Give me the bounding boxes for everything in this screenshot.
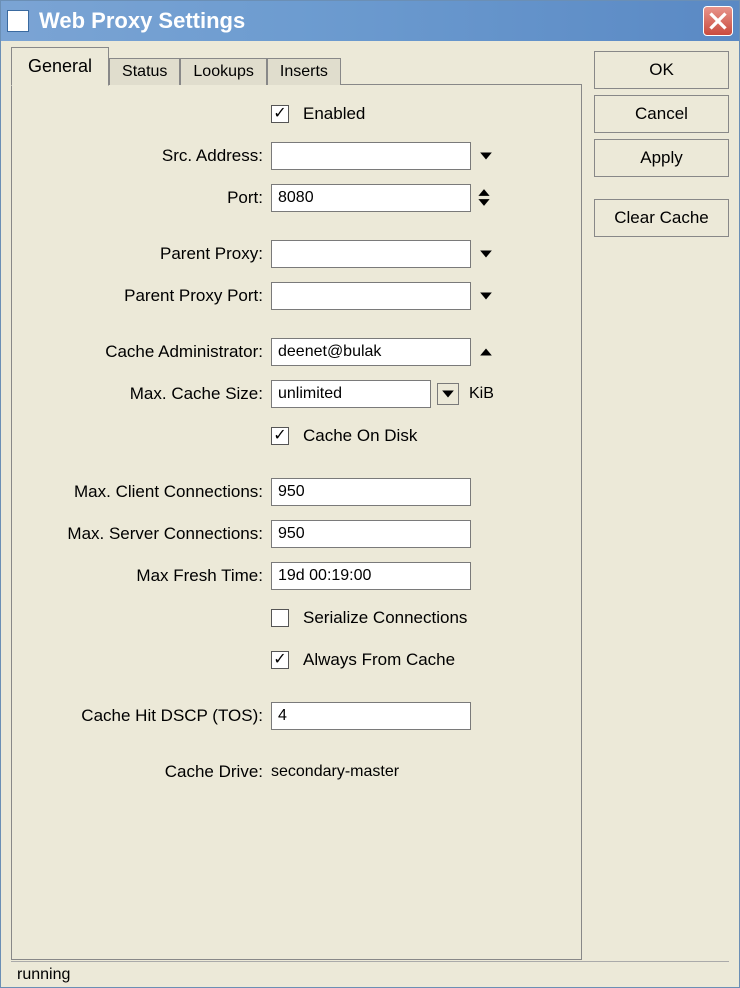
cache-on-disk-label: Cache On Disk [295, 426, 417, 446]
parent-proxy-label: Parent Proxy: [26, 244, 271, 264]
status-bar: running [11, 961, 729, 987]
close-icon [709, 12, 727, 30]
max-client-conn-input[interactable] [271, 478, 471, 506]
cancel-button[interactable]: Cancel [594, 95, 729, 133]
max-server-conn-input[interactable] [271, 520, 471, 548]
tab-inserts[interactable]: Inserts [267, 58, 341, 85]
titlebar: Web Proxy Settings [1, 1, 739, 41]
enabled-checkbox[interactable] [271, 105, 289, 123]
tab-strip: General Status Lookups Inserts [11, 51, 582, 85]
chevron-up-icon [477, 188, 491, 197]
window: Web Proxy Settings General Status Lookup… [0, 0, 740, 988]
clear-cache-button[interactable]: Clear Cache [594, 199, 729, 237]
button-column: OK Cancel Apply Clear Cache [594, 51, 729, 961]
max-fresh-time-label: Max Fresh Time: [26, 566, 271, 586]
tab-lookups[interactable]: Lookups [180, 58, 267, 85]
always-from-cache-label: Always From Cache [295, 650, 455, 670]
parent-proxy-port-dropdown[interactable] [477, 282, 495, 310]
status-text: running [17, 966, 70, 984]
src-address-dropdown[interactable] [477, 142, 495, 170]
max-fresh-time-input[interactable] [271, 562, 471, 590]
parent-proxy-port-input[interactable] [271, 282, 471, 310]
max-client-conn-label: Max. Client Connections: [26, 482, 271, 502]
serialize-connections-label: Serialize Connections [295, 608, 467, 628]
port-label: Port: [26, 188, 271, 208]
close-button[interactable] [703, 6, 733, 36]
tab-status[interactable]: Status [109, 58, 180, 85]
app-icon [7, 10, 29, 32]
cache-drive-label: Cache Drive: [26, 762, 271, 782]
cache-admin-collapse[interactable] [477, 338, 495, 366]
window-body: General Status Lookups Inserts Enabled [1, 41, 739, 987]
src-address-input[interactable] [271, 142, 471, 170]
max-cache-size-label: Max. Cache Size: [26, 384, 271, 404]
chevron-down-icon [441, 387, 455, 401]
cache-hit-dscp-input[interactable] [271, 702, 471, 730]
max-server-conn-label: Max. Server Connections: [26, 524, 271, 544]
parent-proxy-port-label: Parent Proxy Port: [26, 286, 271, 306]
src-address-label: Src. Address: [26, 146, 271, 166]
max-cache-size-input[interactable] [271, 380, 431, 408]
cache-hit-dscp-label: Cache Hit DSCP (TOS): [26, 706, 271, 726]
port-input[interactable] [271, 184, 471, 212]
max-cache-size-dropdown[interactable] [437, 383, 459, 405]
max-cache-size-unit: KiB [469, 385, 494, 403]
window-title: Web Proxy Settings [39, 8, 703, 34]
ok-button[interactable]: OK [594, 51, 729, 89]
always-from-cache-checkbox[interactable] [271, 651, 289, 669]
chevron-down-icon [479, 247, 493, 261]
enabled-label: Enabled [295, 104, 365, 124]
cache-admin-label: Cache Administrator: [26, 342, 271, 362]
parent-proxy-dropdown[interactable] [477, 240, 495, 268]
tab-general[interactable]: General [11, 47, 109, 86]
cache-on-disk-checkbox[interactable] [271, 427, 289, 445]
cache-drive-value [271, 758, 471, 786]
tab-panel-general: Enabled Src. Address: Port: [11, 84, 582, 960]
cache-admin-input[interactable] [271, 338, 471, 366]
chevron-up-icon [479, 345, 493, 359]
serialize-connections-checkbox[interactable] [271, 609, 289, 627]
apply-button[interactable]: Apply [594, 139, 729, 177]
chevron-down-icon [477, 198, 491, 207]
port-spinner[interactable] [477, 184, 491, 212]
chevron-down-icon [479, 149, 493, 163]
parent-proxy-input[interactable] [271, 240, 471, 268]
chevron-down-icon [479, 289, 493, 303]
